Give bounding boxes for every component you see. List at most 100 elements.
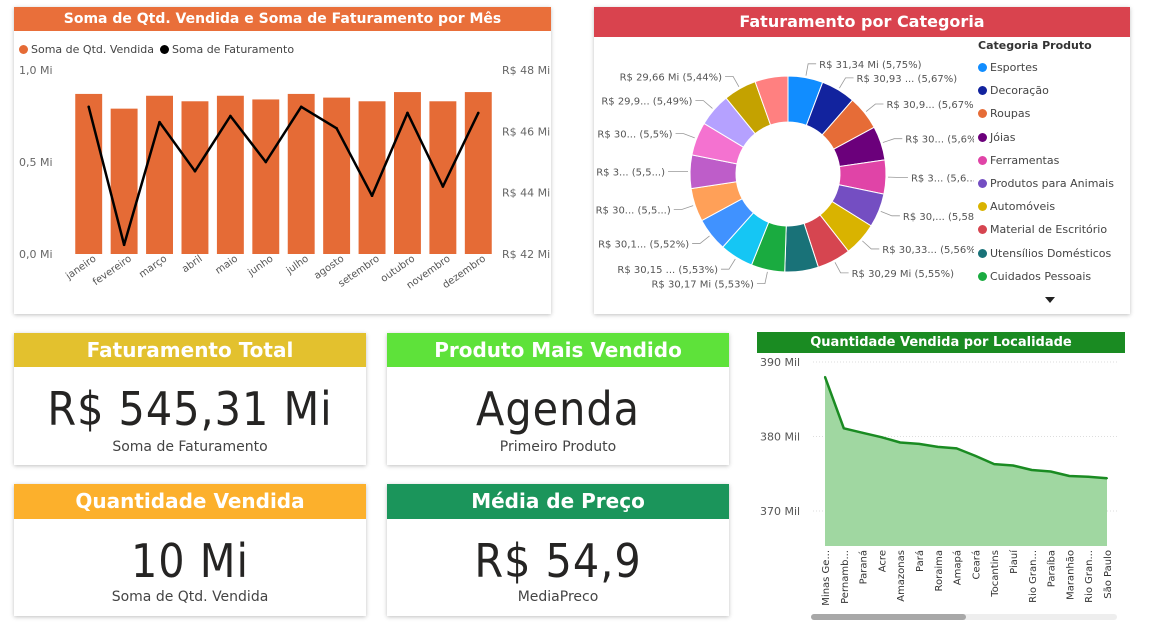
category-legend: Categoria Produto Esportes Decoração Roupa…: [978, 39, 1128, 303]
legend-item-category[interactable]: Cuidados Pessoais: [978, 265, 1128, 288]
y2-axis-tick-label: R$ 44 Mi: [502, 187, 550, 200]
x-axis-tick-label: maio: [213, 253, 240, 276]
donut-data-label: R$ 3... (5,6...): [911, 174, 974, 185]
circle-icon: [978, 271, 987, 281]
y-axis-tick-label: 1,0 Mi: [19, 64, 53, 77]
horizontal-scrollbar[interactable]: [811, 614, 1117, 620]
x-axis-tick-label: Roraima: [934, 550, 945, 592]
legend-label: Decoração: [990, 84, 1049, 98]
line-point-faturamento: [476, 111, 480, 115]
legend-item-category[interactable]: Produtos para Animais: [978, 172, 1128, 195]
line-point-faturamento: [335, 126, 338, 130]
legend-item-category[interactable]: Decoração: [978, 79, 1128, 102]
area-point: [1106, 477, 1108, 480]
legend-item-category[interactable]: Automóveis: [978, 195, 1128, 218]
legend-label: Produtos para Animais: [990, 177, 1114, 191]
donut-leader-line: [880, 210, 900, 217]
bar-qtd-vendida: [181, 101, 209, 254]
legend-item-category[interactable]: Jóias: [978, 126, 1128, 149]
line-point-faturamento: [193, 169, 197, 173]
legend-items: Esportes Decoração Roupas Jóias Ferramentas P…: [978, 56, 1128, 288]
donut-leader-line: [862, 240, 880, 250]
triangle-down-icon[interactable]: [1045, 297, 1055, 303]
x-axis-tick-label: Pará: [914, 550, 926, 572]
bar-qtd-vendida: [146, 95, 173, 254]
area-point: [1087, 475, 1090, 478]
y-axis-tick-label: 370 Mil: [760, 505, 800, 518]
x-axis-tick-label: Tocantins: [990, 550, 1001, 598]
line-point-faturamento: [299, 105, 303, 109]
kpi-label: Primeiro Produto: [499, 439, 617, 455]
x-axis-tick-label: Rio Gran...: [1084, 550, 1095, 603]
circle-icon: [978, 63, 987, 73]
x-axis-tick-label: Minas Ge...: [821, 550, 832, 606]
donut-leader-line: [695, 100, 713, 109]
bar-qtd-vendida: [323, 97, 351, 254]
y2-axis-tick-label: R$ 48 Mi: [502, 64, 550, 77]
donut-leader-line: [756, 271, 768, 284]
legend-item-category[interactable]: Esportes: [978, 56, 1128, 79]
monthly-combo-chart: 0,0 Mi 0,5 Mi 1,0 Mi R$ 42 Mi R$ 44 Mi R$ 46 …: [19, 64, 550, 291]
monthly-chart-tile[interactable]: Soma de Qtd. Vendida e Soma de Faturamen…: [14, 7, 551, 314]
donut-leader-line: [882, 138, 903, 143]
area-point: [880, 436, 883, 439]
kpi-label: MediaPreco: [517, 589, 599, 605]
circle-icon: [978, 248, 987, 258]
area-point: [936, 445, 939, 448]
area-point: [861, 431, 864, 434]
line-point-faturamento: [229, 114, 232, 118]
donut-data-label: R$ 29,66 Mi (5,44%): [620, 72, 723, 83]
donut-data-label: R$ 30... (5,5...): [596, 205, 671, 216]
x-axis-tick-label: abril: [180, 253, 204, 275]
y-axis-tick-label: 390 Mil: [760, 356, 800, 369]
kpi-title: Produto Mais Vendido: [387, 333, 729, 367]
donut-data-label: R$ 30,29 Mi (5,55%): [852, 269, 955, 280]
y-axis-tick-label: 0,0 Mi: [19, 248, 53, 261]
bar-qtd-vendida: [75, 93, 103, 254]
line-point-faturamento: [158, 120, 161, 124]
kpi-value: R$ 54,9: [474, 534, 642, 588]
area-point: [842, 427, 845, 430]
x-axis-tick-label: Paraná: [858, 550, 870, 584]
x-axis-tick-label: São Paulo: [1103, 550, 1114, 599]
area-point: [918, 442, 920, 445]
bar-qtd-vendida: [252, 99, 280, 254]
y2-axis-tick-label: R$ 46 Mi: [502, 125, 550, 138]
circle-icon: [978, 179, 987, 189]
bar-qtd-vendida: [110, 108, 138, 254]
x-axis-tick-label: Amazonas: [896, 550, 907, 602]
area-point: [1030, 469, 1033, 472]
donut-data-label: R$ 30... (5,5%): [597, 130, 672, 141]
donut-data-label: R$ 30... (5,6%): [905, 135, 974, 146]
donut-data-label: R$ 30,15 ... (5,53%): [617, 265, 718, 276]
kpi-title: Quantidade Vendida: [14, 484, 366, 519]
circle-icon: [978, 109, 987, 119]
donut-leader-line: [865, 103, 884, 112]
line-point-faturamento: [441, 185, 445, 188]
legend-item-category[interactable]: Utensílios Domésticos: [978, 242, 1128, 265]
x-axis-tick-label: junho: [246, 253, 276, 279]
kpi-produto-mais-vendido: Produto Mais Vendido Agenda Primeiro Pro…: [387, 333, 729, 465]
x-axis-tick-label: Paraíba: [1046, 550, 1058, 587]
locality-chart-tile[interactable]: Quantidade Vendida por Localidade 370 Mi…: [757, 332, 1125, 622]
donut-data-label: R$ 30,33... (5,56%): [882, 245, 974, 256]
area-fill: [825, 376, 1107, 546]
x-axis-tick-label: Rio Gran...: [1028, 550, 1039, 603]
x-axis-tick-label: Maranhão: [1065, 550, 1076, 600]
area-point: [955, 447, 958, 450]
legend-item-category[interactable]: Roupas: [978, 102, 1128, 125]
category-chart-tile[interactable]: Faturamento por Categoria R$ 31,34 Mi (5…: [594, 7, 1130, 314]
kpi-title: Faturamento Total: [14, 333, 366, 367]
donut-leader-line: [675, 133, 695, 139]
legend-label: Utensílios Domésticos: [990, 246, 1112, 260]
kpi-media-de-preco: Média de Preço R$ 54,9 MediaPreco: [387, 484, 729, 616]
area-point: [993, 463, 996, 466]
x-axis-tick-label: fevereiro: [91, 253, 134, 288]
kpi-label: Soma de Qtd. Vendida: [111, 589, 269, 605]
legend-label: Roupas: [990, 107, 1031, 121]
legend-item-category[interactable]: Material de Escritório: [978, 218, 1128, 241]
area-point: [1012, 464, 1014, 467]
legend-item-category[interactable]: Ferramentas: [978, 149, 1128, 172]
category-donut-chart: R$ 31,34 Mi (5,75%) R$ 30,93 ... (5,67%) R…: [596, 60, 974, 291]
scrollbar-thumb[interactable]: [811, 614, 966, 620]
